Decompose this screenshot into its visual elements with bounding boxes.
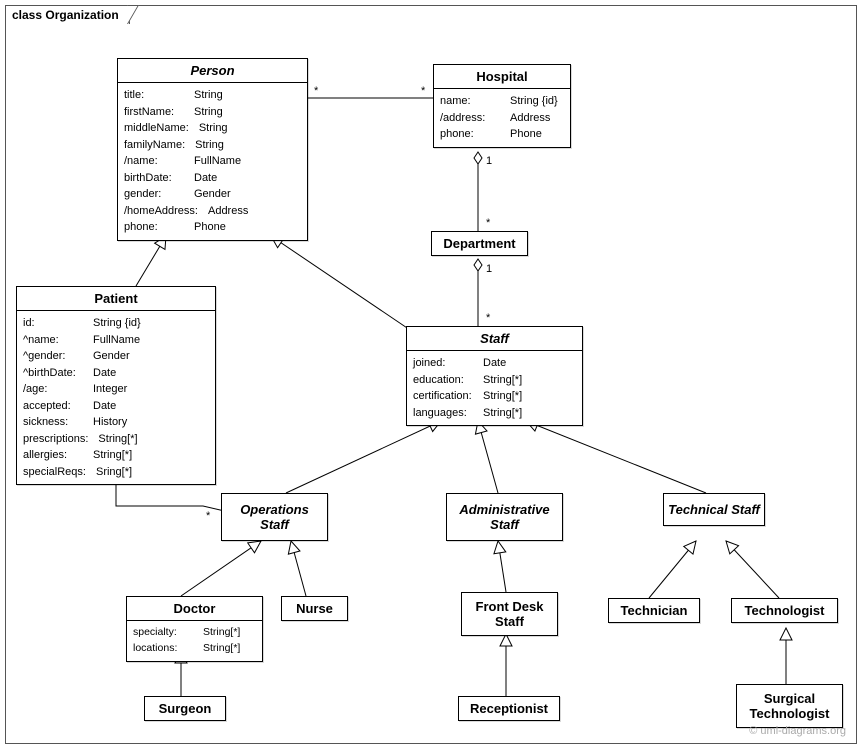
class-person: Person title:StringfirstName:Stringmiddl… [117,58,308,241]
attribute-row: /name:FullName [124,153,301,170]
class-title: Nurse [282,597,347,620]
class-title: Department [432,232,527,255]
class-title: Technician [609,599,699,622]
class-nurse: Nurse [281,596,348,621]
svg-text:1: 1 [486,263,492,275]
attribute-row: ^birthDate:Date [23,365,209,382]
class-attrs: title:StringfirstName:StringmiddleName:S… [118,83,307,240]
attribute-row: prescriptions:String[*] [23,431,209,448]
attribute-row: name:String {id} [440,93,564,110]
attribute-row: /address:Address [440,110,564,127]
class-attrs: name:String {id}/address:Addressphone:Ph… [434,89,570,147]
svg-text:1: 1 [486,155,492,167]
class-attrs: specialty:String[*]locations:String[*] [127,621,262,661]
class-title: Staff [407,327,582,351]
attribute-row: /age:Integer [23,381,209,398]
class-receptionist: Receptionist [458,696,560,721]
attribute-row: education:String[*] [413,372,576,389]
class-technologist: Technologist [731,598,838,623]
attribute-row: locations:String[*] [133,641,256,657]
class-operations-staff: Operations Staff [221,493,328,541]
class-surgical-technologist: Surgical Technologist [736,684,843,728]
attribute-row: middleName:String [124,120,301,137]
svg-text:*: * [486,312,491,324]
class-title: Receptionist [459,697,559,720]
class-hospital: Hospital name:String {id}/address:Addres… [433,64,571,148]
attribute-row: certification:String[*] [413,388,576,405]
attribute-row: familyName:String [124,137,301,154]
attribute-row: firstName:String [124,104,301,121]
class-doctor: Doctor specialty:String[*]locations:Stri… [126,596,263,662]
class-patient: Patient id:String {id}^name:FullName^gen… [16,286,216,485]
attribute-row: title:String [124,87,301,104]
svg-text:*: * [206,510,211,522]
class-title: Surgical Technologist [737,685,842,727]
attribute-row: languages:String[*] [413,405,576,422]
attribute-row: specialReqs:Sring[*] [23,464,209,481]
class-title: Patient [17,287,215,311]
attribute-row: sickness:History [23,414,209,431]
svg-text:*: * [486,217,491,229]
attribute-row: phone:Phone [440,126,564,143]
class-front-desk-staff: Front Desk Staff [461,592,558,636]
svg-text:*: * [314,85,319,97]
class-title: Front Desk Staff [462,593,557,635]
attribute-row: allergies:String[*] [23,447,209,464]
attribute-row: specialty:String[*] [133,625,256,641]
class-technical-staff: Technical Staff [663,493,765,526]
class-attrs: joined:Dateeducation:String[*]certificat… [407,351,582,425]
uml-frame: class Organization * * 1 * 1 * * * [5,5,857,744]
class-title: Person [118,59,307,83]
attribute-row: joined:Date [413,355,576,372]
attribute-row: accepted:Date [23,398,209,415]
watermark: © uml-diagrams.org [749,725,846,737]
svg-text:*: * [421,85,426,97]
attribute-row: phone:Phone [124,219,301,236]
class-department: Department [431,231,528,256]
class-surgeon: Surgeon [144,696,226,721]
attribute-row: /homeAddress:Address [124,203,301,220]
class-staff: Staff joined:Dateeducation:String[*]cert… [406,326,583,426]
attribute-row: ^name:FullName [23,332,209,349]
class-attrs: id:String {id}^name:FullName^gender:Gend… [17,311,215,484]
attribute-row: ^gender:Gender [23,348,209,365]
class-administrative-staff: Administrative Staff [446,493,563,541]
class-title: Doctor [127,597,262,621]
attribute-row: gender:Gender [124,186,301,203]
attribute-row: id:String {id} [23,315,209,332]
frame-label: class Organization [5,5,130,24]
attribute-row: birthDate:Date [124,170,301,187]
class-title: Technical Staff [664,494,764,525]
class-title: Administrative Staff [447,494,562,540]
class-title: Technologist [732,599,837,622]
class-technician: Technician [608,598,700,623]
class-title: Hospital [434,65,570,89]
class-title: Operations Staff [222,494,327,540]
